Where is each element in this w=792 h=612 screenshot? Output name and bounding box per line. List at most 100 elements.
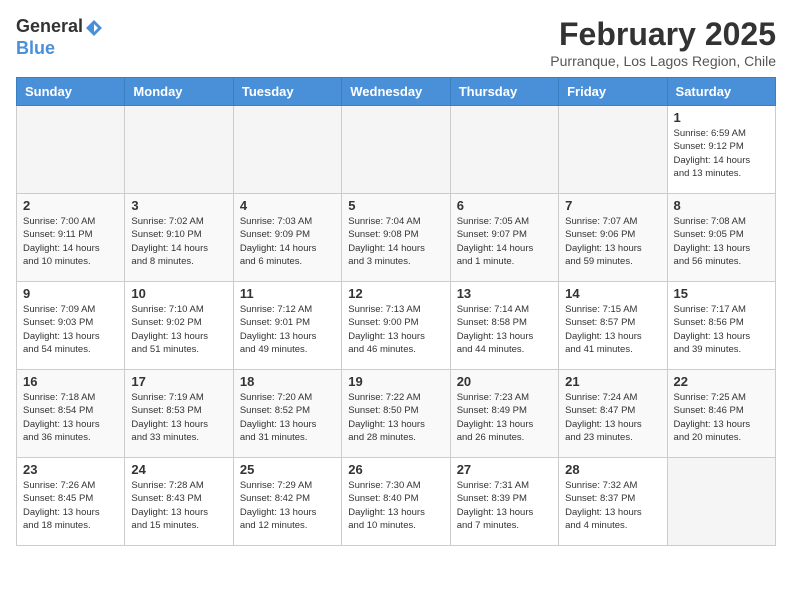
day-cell: 17Sunrise: 7:19 AM Sunset: 8:53 PM Dayli… — [125, 370, 233, 458]
weekday-header-tuesday: Tuesday — [233, 78, 341, 106]
day-cell: 25 Sunrise: 7:29 AM Sunset: 8:42 PM Dayli… — [233, 458, 341, 546]
day-number: 19 — [348, 374, 443, 389]
day-number: 28 — [565, 462, 660, 477]
day-cell: 21 Sunrise: 7:24 AM Sunset: 8:47 PM Dayli… — [559, 370, 667, 458]
day-number: 15 — [674, 286, 769, 301]
day-cell: 2 Sunrise: 7:00 AM Sunset: 9:11 PM Daylig… — [17, 194, 125, 282]
day-cell: 23 Sunrise: 7:26 AM Sunset: 8:45 PM Dayli… — [17, 458, 125, 546]
day-info: Sunrise: 7:26 AM Sunset: 8:45 PM Dayligh… — [23, 479, 118, 532]
day-info: Sunrise: 7:13 AM Sunset: 9:00 PM Dayligh… — [348, 303, 443, 356]
day-info: Sunrise: 7:19 AM Sunset: 8:53 PM Dayligh… — [131, 391, 226, 444]
day-cell: 10Sunrise: 7:10 AM Sunset: 9:02 PM Dayli… — [125, 282, 233, 370]
day-info: Sunrise: 7:31 AM Sunset: 8:39 PM Dayligh… — [457, 479, 552, 532]
day-info: Sunrise: 7:02 AM Sunset: 9:10 PM Dayligh… — [131, 215, 226, 268]
day-info: Sunrise: 7:07 AM Sunset: 9:06 PM Dayligh… — [565, 215, 660, 268]
calendar-table: SundayMondayTuesdayWednesdayThursdayFrid… — [16, 77, 776, 546]
day-info: Sunrise: 7:12 AM Sunset: 9:01 PM Dayligh… — [240, 303, 335, 356]
day-info: Sunrise: 7:00 AM Sunset: 9:11 PM Dayligh… — [23, 215, 118, 268]
day-info: Sunrise: 7:24 AM Sunset: 8:47 PM Dayligh… — [565, 391, 660, 444]
day-cell: 27 Sunrise: 7:31 AM Sunset: 8:39 PM Dayli… — [450, 458, 558, 546]
day-cell: 4 Sunrise: 7:03 AM Sunset: 9:09 PM Daylig… — [233, 194, 341, 282]
day-cell: 13 Sunrise: 7:14 AM Sunset: 8:58 PM Dayli… — [450, 282, 558, 370]
day-number: 3 — [131, 198, 226, 213]
day-cell: 28 Sunrise: 7:32 AM Sunset: 8:37 PM Dayli… — [559, 458, 667, 546]
day-info: Sunrise: 7:28 AM Sunset: 8:43 PM Dayligh… — [131, 479, 226, 532]
weekday-header-thursday: Thursday — [450, 78, 558, 106]
day-number: 23 — [23, 462, 118, 477]
day-cell: 19 Sunrise: 7:22 AM Sunset: 8:50 PM Dayli… — [342, 370, 450, 458]
week-row-3: 9 Sunrise: 7:09 AM Sunset: 9:03 PM Daylig… — [17, 282, 776, 370]
day-info: Sunrise: 7:30 AM Sunset: 8:40 PM Dayligh… — [348, 479, 443, 532]
logo-icon — [84, 18, 104, 38]
day-cell: 26 Sunrise: 7:30 AM Sunset: 8:40 PM Dayli… — [342, 458, 450, 546]
day-info: Sunrise: 7:23 AM Sunset: 8:49 PM Dayligh… — [457, 391, 552, 444]
day-info: Sunrise: 7:03 AM Sunset: 9:09 PM Dayligh… — [240, 215, 335, 268]
day-info: Sunrise: 7:32 AM Sunset: 8:37 PM Dayligh… — [565, 479, 660, 532]
day-number: 8 — [674, 198, 769, 213]
day-info: Sunrise: 7:20 AM Sunset: 8:52 PM Dayligh… — [240, 391, 335, 444]
day-number: 26 — [348, 462, 443, 477]
day-number: 2 — [23, 198, 118, 213]
day-number: 13 — [457, 286, 552, 301]
day-number: 6 — [457, 198, 552, 213]
day-cell: 14 Sunrise: 7:15 AM Sunset: 8:57 PM Dayli… — [559, 282, 667, 370]
day-cell: 20 Sunrise: 7:23 AM Sunset: 8:49 PM Dayli… — [450, 370, 558, 458]
day-cell — [342, 106, 450, 194]
weekday-header-friday: Friday — [559, 78, 667, 106]
logo-text: General Blue — [16, 16, 105, 59]
day-cell: 16Sunrise: 7:18 AM Sunset: 8:54 PM Dayli… — [17, 370, 125, 458]
day-cell — [17, 106, 125, 194]
logo: General Blue — [16, 16, 105, 59]
day-cell: 18Sunrise: 7:20 AM Sunset: 8:52 PM Dayli… — [233, 370, 341, 458]
day-cell — [125, 106, 233, 194]
day-cell — [450, 106, 558, 194]
day-number: 11 — [240, 286, 335, 301]
week-row-4: 16Sunrise: 7:18 AM Sunset: 8:54 PM Dayli… — [17, 370, 776, 458]
day-info: Sunrise: 7:04 AM Sunset: 9:08 PM Dayligh… — [348, 215, 443, 268]
day-number: 21 — [565, 374, 660, 389]
day-info: Sunrise: 7:25 AM Sunset: 8:46 PM Dayligh… — [674, 391, 769, 444]
day-number: 5 — [348, 198, 443, 213]
day-cell: 5 Sunrise: 7:04 AM Sunset: 9:08 PM Daylig… — [342, 194, 450, 282]
title-area: February 2025 Purranque, Los Lagos Regio… — [550, 16, 776, 69]
day-number: 20 — [457, 374, 552, 389]
page-header: General Blue February 2025 Purranque, Lo… — [16, 16, 776, 69]
weekday-header-monday: Monday — [125, 78, 233, 106]
day-info: Sunrise: 7:08 AM Sunset: 9:05 PM Dayligh… — [674, 215, 769, 268]
day-number: 25 — [240, 462, 335, 477]
day-info: Sunrise: 7:05 AM Sunset: 9:07 PM Dayligh… — [457, 215, 552, 268]
day-number: 9 — [23, 286, 118, 301]
day-cell: 15Sunrise: 7:17 AM Sunset: 8:56 PM Dayli… — [667, 282, 775, 370]
day-info: Sunrise: 7:14 AM Sunset: 8:58 PM Dayligh… — [457, 303, 552, 356]
week-row-2: 2 Sunrise: 7:00 AM Sunset: 9:11 PM Daylig… — [17, 194, 776, 282]
day-info: Sunrise: 7:10 AM Sunset: 9:02 PM Dayligh… — [131, 303, 226, 356]
day-info: Sunrise: 7:22 AM Sunset: 8:50 PM Dayligh… — [348, 391, 443, 444]
day-number: 1 — [674, 110, 769, 125]
day-cell: 1 Sunrise: 6:59 AM Sunset: 9:12 PM Daylig… — [667, 106, 775, 194]
week-row-1: 1 Sunrise: 6:59 AM Sunset: 9:12 PM Daylig… — [17, 106, 776, 194]
day-cell — [233, 106, 341, 194]
weekday-header-sunday: Sunday — [17, 78, 125, 106]
day-cell: 11 Sunrise: 7:12 AM Sunset: 9:01 PM Dayli… — [233, 282, 341, 370]
week-row-5: 23 Sunrise: 7:26 AM Sunset: 8:45 PM Dayli… — [17, 458, 776, 546]
day-cell: 6 Sunrise: 7:05 AM Sunset: 9:07 PM Daylig… — [450, 194, 558, 282]
day-info: Sunrise: 7:15 AM Sunset: 8:57 PM Dayligh… — [565, 303, 660, 356]
day-info: Sunrise: 7:09 AM Sunset: 9:03 PM Dayligh… — [23, 303, 118, 356]
day-info: Sunrise: 7:29 AM Sunset: 8:42 PM Dayligh… — [240, 479, 335, 532]
day-cell: 22Sunrise: 7:25 AM Sunset: 8:46 PM Dayli… — [667, 370, 775, 458]
day-number: 14 — [565, 286, 660, 301]
day-number: 16 — [23, 374, 118, 389]
day-info: Sunrise: 6:59 AM Sunset: 9:12 PM Dayligh… — [674, 127, 769, 180]
day-cell: 7Sunrise: 7:07 AM Sunset: 9:06 PM Daylig… — [559, 194, 667, 282]
logo-general: General — [16, 16, 83, 36]
day-cell: 9 Sunrise: 7:09 AM Sunset: 9:03 PM Daylig… — [17, 282, 125, 370]
day-cell: 3 Sunrise: 7:02 AM Sunset: 9:10 PM Daylig… — [125, 194, 233, 282]
location: Purranque, Los Lagos Region, Chile — [550, 53, 776, 69]
weekday-header-saturday: Saturday — [667, 78, 775, 106]
logo-blue: Blue — [16, 38, 55, 58]
day-cell — [667, 458, 775, 546]
day-number: 27 — [457, 462, 552, 477]
weekday-header-wednesday: Wednesday — [342, 78, 450, 106]
day-cell — [559, 106, 667, 194]
day-number: 4 — [240, 198, 335, 213]
